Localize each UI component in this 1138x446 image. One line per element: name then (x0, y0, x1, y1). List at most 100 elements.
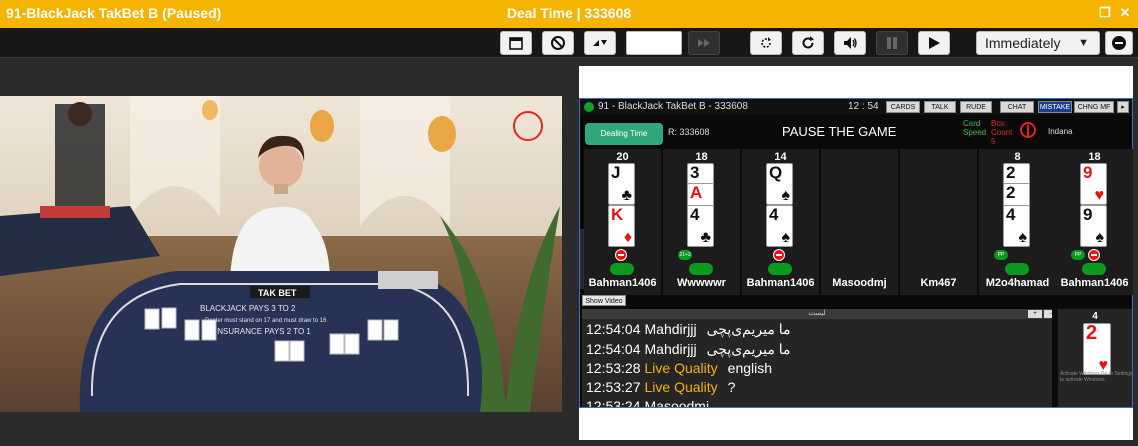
player-name: Bahman1406 (746, 277, 815, 289)
close-icon[interactable]: ✕ (1118, 6, 1132, 20)
pause-button[interactable] (876, 31, 908, 55)
round-number: R: 333608 (668, 127, 710, 137)
brand-logo: TAK BET (258, 288, 297, 298)
chat-message: 12:53:27 Live Quality? (586, 379, 736, 395)
dealer-card: 2 ♥ (1083, 323, 1111, 375)
chat-message: 12:54:04 Mahdirjjj ما میریم‌ی‌پچی (586, 321, 791, 337)
seat-1[interactable]: 20 J ♣ K ♦ Bahman1406 (584, 149, 661, 295)
deal-mode-value: Immediately (985, 35, 1061, 51)
card: 4 ♠ (766, 205, 793, 247)
insurance-text: INSURANCE PAYS 2 TO 1 (215, 327, 311, 336)
remove-icon[interactable] (615, 249, 627, 261)
chevron-down-icon: ▼ (1078, 37, 1089, 49)
chat-header: لیست (582, 309, 1052, 319)
seat-7[interactable]: 18 9 ♥ 9 ♠ PP Bahman1406 (1056, 149, 1133, 295)
video-frame: BLACKJACK PAYS 3 TO 2 Dealer must stand … (0, 96, 562, 412)
side-bet-tag: PP (994, 250, 1008, 260)
chat-message: 12:54:04 Mahdirjjj ما میریم‌ی‌پچی (586, 341, 791, 357)
seat-total: 18 (695, 151, 708, 163)
seat-2[interactable]: 18 3♣ A♥ 4♣ 21+3 Wwwwwr (663, 149, 740, 295)
chat-button[interactable]: CHAT (1000, 101, 1034, 113)
card-speed-label: Card Speed (963, 119, 987, 137)
chat-message: 12:53:24 Masoodmj (586, 398, 710, 407)
player-name: Masoodmj (832, 277, 887, 289)
card: K ♦ (608, 205, 635, 247)
card: Q ♠ (766, 163, 793, 205)
speed-input[interactable] (626, 31, 682, 55)
sort-icon (593, 40, 607, 46)
live-status-icon (584, 102, 594, 112)
chat-message: 12:53:28 Live Quality english (586, 360, 773, 376)
seat-4[interactable]: Masoodmj (821, 149, 898, 295)
player-name: Bahman1406 (1060, 277, 1129, 289)
side-bet-tag: 21+3 (678, 250, 692, 260)
dealer-card-panel: 4 2 ♥ Activate Windows Go to Settings to… (1058, 309, 1133, 407)
play-button[interactable] (918, 31, 950, 55)
pause-message: PAUSE THE GAME (782, 124, 897, 139)
chip-icon (610, 263, 634, 275)
seat-total: 20 (616, 151, 629, 163)
fast-forward-icon (698, 39, 710, 47)
remove-button[interactable] (1105, 31, 1133, 55)
mistake-button[interactable]: MISTAKE (1038, 101, 1072, 113)
side-bet-tag: PP (1071, 250, 1085, 260)
seat-5[interactable]: Km467 (900, 149, 977, 295)
alert-icon (1020, 122, 1036, 138)
restore-icon[interactable]: ❐ (1098, 6, 1112, 20)
rotate-icon (802, 36, 814, 49)
player-name: Wwwwwr (677, 277, 726, 289)
dealer-total: 4 (1092, 311, 1098, 322)
chat-collapse-button[interactable]: - (1044, 310, 1052, 318)
table-rule-text: Dealer must stand on 17 and must draw to… (205, 318, 327, 324)
card: 9 ♥ (1080, 163, 1107, 205)
rude-button[interactable]: RUDE (960, 101, 992, 113)
refresh-button[interactable] (750, 31, 782, 55)
cards-button[interactable]: CARDS (886, 101, 920, 113)
table-payout-text: BLACKJACK PAYS 3 TO 2 (200, 304, 296, 313)
header-arrow-icon[interactable]: ▸ (1117, 101, 1129, 113)
talk-button[interactable]: TALK (924, 101, 956, 113)
deal-mode-select[interactable]: Immediately ▼ (976, 31, 1100, 55)
chip-icon (689, 263, 713, 275)
player-name: Km467 (920, 277, 957, 289)
card: 9 ♠ (1080, 205, 1107, 247)
box-count-label: Box Count 5 (991, 119, 1013, 146)
sort-button[interactable] (584, 31, 616, 55)
volume-button[interactable] (834, 31, 866, 55)
dealing-time-badge[interactable]: Dealing Time (585, 123, 663, 145)
player-name: M2o4hamad (985, 277, 1050, 289)
remove-icon[interactable] (773, 249, 785, 261)
game-header: 91 - BlackJack TakBet B - 333608 12 : 54… (580, 99, 1132, 115)
chip-icon (768, 263, 792, 275)
chat-panel: لیست + - 12:54:04 Mahdirjjj ما میریم‌ی‌پچی… (582, 309, 1052, 407)
rotate-button[interactable] (792, 31, 824, 55)
dealer-name: Indana (1048, 127, 1073, 136)
game-panel: 91 - BlackJack TakBet B - 333608 12 : 54… (579, 66, 1133, 440)
seat-total: 8 (1014, 151, 1021, 163)
refresh-icon (761, 37, 771, 48)
show-video-button[interactable]: Show Video (582, 295, 626, 306)
card: J ♣ (608, 163, 635, 205)
minus-circle-icon (1112, 36, 1126, 50)
block-button[interactable] (542, 31, 574, 55)
game-clock: 12 : 54 (848, 101, 879, 112)
pause-icon (887, 37, 897, 49)
volume-icon (844, 37, 857, 49)
chip-icon (1005, 263, 1029, 275)
calendar-button[interactable] (500, 31, 532, 55)
seat-6[interactable]: 8 2♠ 2♠ 4♠ PP M2o4hamad (979, 149, 1056, 295)
seat-total: 14 (774, 151, 787, 163)
window-title: 91-BlackJack TakBet B (Paused) (6, 5, 222, 21)
play-icon (929, 37, 940, 49)
game-view: 91 - BlackJack TakBet B - 333608 12 : 54… (579, 98, 1133, 408)
player-name: Bahman1406 (588, 277, 657, 289)
change-mf-button[interactable]: CHNG MF (1074, 101, 1114, 113)
remove-icon[interactable] (1088, 249, 1100, 261)
calendar-icon (509, 37, 523, 50)
seat-3[interactable]: 14 Q ♠ 4 ♠ Bahman1406 (742, 149, 819, 295)
window-titlebar: 91-BlackJack TakBet B (Paused) Deal Time… (0, 0, 1138, 28)
fast-forward-button[interactable] (688, 31, 720, 55)
chat-expand-button[interactable]: + (1028, 310, 1042, 318)
card: 4 ♣ (687, 205, 714, 247)
seat-total: 18 (1088, 151, 1101, 163)
